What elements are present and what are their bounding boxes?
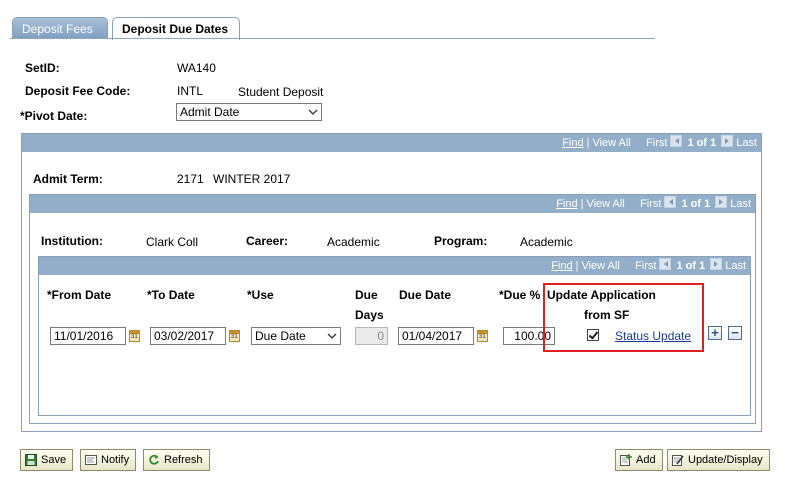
institution-value: Clark Coll: [146, 235, 199, 249]
delete-row-button[interactable]: −: [728, 326, 742, 340]
from-date-header: *From Date: [47, 288, 112, 302]
admit-term-description: WINTER 2017: [213, 172, 291, 186]
from-date-input[interactable]: 11/01/2016: [50, 327, 126, 345]
institution-nav-bar: Find | View All First 1 of 1 Last: [30, 195, 755, 213]
admit-term-label: Admit Term:: [33, 172, 103, 186]
update-display-button[interactable]: Update/Display: [667, 449, 770, 471]
deposit-fee-code-label: Deposit Fee Code:: [25, 84, 131, 98]
next-arrow-icon[interactable]: [721, 135, 734, 147]
due-days-input: 0: [355, 327, 388, 345]
due-days-header-line1: Due: [355, 288, 378, 302]
calendar-glyph: 31: [231, 334, 238, 340]
setid-label: SetID:: [25, 61, 60, 75]
view-all-link[interactable]: View All: [581, 260, 619, 272]
career-label: Career:: [246, 234, 289, 248]
first-label: First: [635, 260, 657, 272]
add-icon: [620, 454, 632, 466]
deposit-fee-code-description: Student Deposit: [238, 85, 324, 99]
due-dates-nav-bar: Find | View All First 1 of 1 Last: [39, 257, 750, 275]
highlight-box: [543, 283, 704, 352]
use-select[interactable]: Due Date: [251, 327, 341, 345]
setid-value: WA140: [177, 61, 216, 75]
refresh-label: Refresh: [164, 454, 203, 466]
institution-navigation: Find | View All First 1 of 1 Last: [556, 195, 751, 213]
update-display-label: Update/Display: [688, 454, 763, 466]
notify-icon: [85, 455, 97, 465]
program-value: Academic: [520, 235, 573, 249]
nav-separator: |: [586, 137, 590, 149]
tab-label: Deposit Fees: [22, 22, 93, 36]
previous-arrow-icon[interactable]: [659, 258, 672, 270]
calendar-icon[interactable]: 31: [477, 330, 488, 342]
deposit-fee-code-value: INTL: [177, 84, 204, 98]
view-all-link[interactable]: View All: [586, 198, 624, 210]
career-value: Academic: [327, 235, 380, 249]
due-date-input[interactable]: 01/04/2017: [398, 327, 474, 345]
notify-button[interactable]: Notify: [80, 449, 137, 471]
plus-icon: +: [711, 325, 719, 340]
use-header: *Use: [247, 288, 274, 302]
tab-label: Deposit Due Dates: [122, 22, 229, 36]
find-link[interactable]: Find: [551, 260, 572, 272]
add-row-button[interactable]: +: [708, 326, 722, 340]
pivot-date-select[interactable]: Admit Date: [176, 103, 322, 121]
tab-deposit-due-dates[interactable]: Deposit Due Dates: [112, 17, 240, 40]
program-label: Program:: [434, 234, 488, 248]
to-date-header: *To Date: [147, 288, 195, 302]
add-button[interactable]: Add: [615, 449, 663, 471]
calendar-glyph: 31: [131, 334, 138, 340]
due-date-header: Due Date: [399, 288, 452, 302]
row-count: 1 of 1: [687, 137, 717, 149]
tab-deposit-fees[interactable]: Deposit Fees: [12, 17, 108, 39]
last-label: Last: [730, 198, 751, 210]
pivot-date-label: *Pivot Date:: [20, 109, 88, 123]
admit-term-navigation: Find | View All First 1 of 1 Last: [562, 134, 757, 152]
refresh-button[interactable]: Refresh: [143, 449, 210, 471]
next-arrow-icon[interactable]: [715, 196, 728, 208]
save-icon: [25, 454, 37, 466]
chevron-down-icon: [308, 109, 318, 115]
due-days-header-line2: Days: [355, 308, 384, 322]
institution-label: Institution:: [41, 234, 103, 248]
first-label: First: [646, 137, 668, 149]
calendar-icon[interactable]: 31: [129, 330, 140, 342]
use-value: Due Date: [255, 329, 306, 343]
calendar-glyph: 31: [479, 334, 486, 340]
pivot-date-value: Admit Date: [180, 105, 240, 119]
admit-term-nav-bar: Find | View All First 1 of 1 Last: [22, 134, 761, 152]
tab-underline: [10, 38, 655, 39]
add-label: Add: [636, 454, 656, 466]
save-button[interactable]: Save: [20, 449, 74, 471]
chevron-down-icon: [327, 333, 337, 339]
row-count: 1 of 1: [676, 260, 706, 272]
notify-label: Notify: [101, 454, 130, 466]
view-all-link[interactable]: View All: [592, 137, 630, 149]
nav-separator: |: [580, 198, 584, 210]
last-label: Last: [725, 260, 746, 272]
calendar-icon[interactable]: 31: [229, 330, 240, 342]
row-count: 1 of 1: [681, 198, 711, 210]
first-label: First: [640, 198, 662, 210]
previous-arrow-icon[interactable]: [670, 135, 683, 147]
due-percent-header: *Due %: [499, 288, 541, 302]
previous-arrow-icon[interactable]: [664, 196, 677, 208]
admit-term-code: 2171: [177, 172, 204, 186]
save-label: Save: [41, 454, 67, 466]
find-link[interactable]: Find: [562, 137, 583, 149]
nav-separator: |: [575, 260, 579, 272]
to-date-input[interactable]: 03/02/2017: [150, 327, 226, 345]
last-label: Last: [736, 137, 757, 149]
minus-icon: −: [731, 325, 739, 340]
next-arrow-icon[interactable]: [710, 258, 723, 270]
due-dates-navigation: Find | View All First 1 of 1 Last: [551, 257, 746, 275]
update-display-icon: [672, 455, 684, 466]
refresh-icon: [149, 454, 159, 465]
find-link[interactable]: Find: [556, 198, 577, 210]
